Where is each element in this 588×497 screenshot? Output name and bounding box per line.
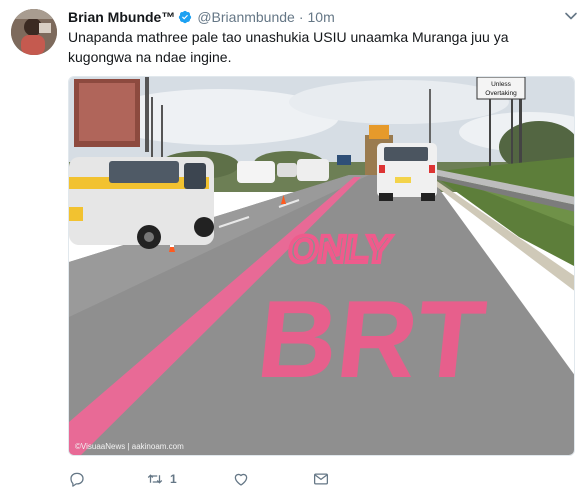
road-text-only: ONLY xyxy=(286,228,394,271)
reply-button[interactable] xyxy=(68,470,146,488)
retweet-icon xyxy=(147,474,163,484)
display-name[interactable]: Brian Mbunde™ xyxy=(68,9,175,25)
retweet-button[interactable]: 1 xyxy=(146,470,232,488)
chevron-down-icon[interactable] xyxy=(564,9,578,23)
like-button[interactable] xyxy=(232,470,312,488)
timestamp[interactable]: 10m xyxy=(308,9,335,25)
photo-watermark: ©VisuaaNews | aakinoam.com xyxy=(75,442,184,451)
direct-message-button[interactable] xyxy=(312,470,330,488)
envelope-icon xyxy=(313,473,329,485)
tweet-photo[interactable]: Unless Overtaking ONLY BRT ©VisuaaNews |… xyxy=(68,76,575,456)
verified-badge-icon xyxy=(178,10,192,24)
retweet-count: 1 xyxy=(170,472,177,486)
road-sign-text-1: Unless xyxy=(491,81,512,88)
separator-dot: · xyxy=(298,9,304,25)
tweet-actions: 1 xyxy=(68,468,330,490)
reply-icon xyxy=(70,472,84,487)
road-sign-text-2: Overtaking xyxy=(485,90,517,97)
tweet-header: Brian Mbunde™ @Brianmbunde · 10m xyxy=(68,8,335,26)
road-text-brt: BRT xyxy=(252,278,491,401)
tweet-text: Unapanda mathree pale tao unashukia USIU… xyxy=(68,29,509,65)
heart-icon xyxy=(234,473,248,486)
tweet-card: Brian Mbunde™ @Brianmbunde · 10m Unapand… xyxy=(0,0,588,497)
avatar[interactable] xyxy=(11,9,57,55)
user-handle[interactable]: @Brianmbunde xyxy=(197,9,295,25)
